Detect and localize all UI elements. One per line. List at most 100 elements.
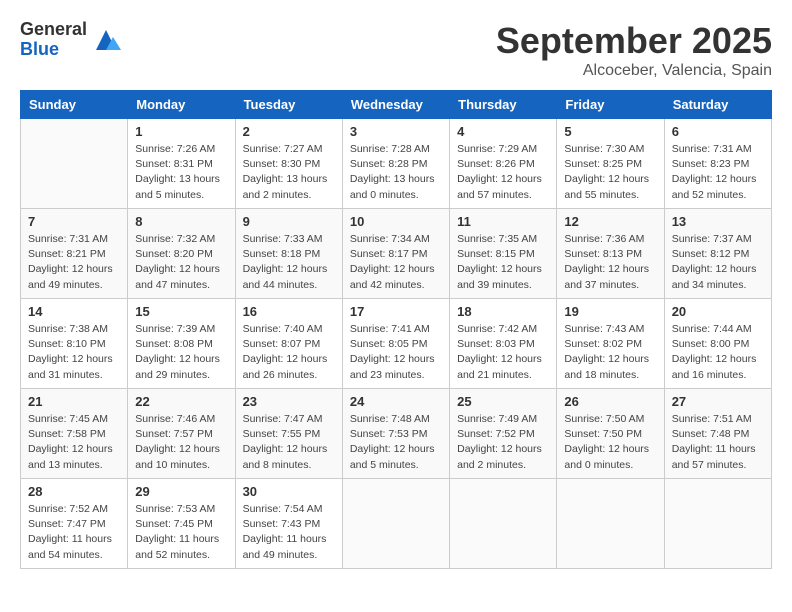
day-number: 16	[243, 304, 335, 319]
day-info: Sunrise: 7:52 AM Sunset: 7:47 PM Dayligh…	[28, 502, 120, 563]
logo-general-text: General	[20, 20, 87, 40]
day-number: 12	[564, 214, 656, 229]
calendar-cell: 24Sunrise: 7:48 AM Sunset: 7:53 PM Dayli…	[342, 389, 449, 479]
weekday-header-tuesday: Tuesday	[235, 91, 342, 119]
day-info: Sunrise: 7:46 AM Sunset: 7:57 PM Dayligh…	[135, 412, 227, 473]
weekday-header-saturday: Saturday	[664, 91, 771, 119]
month-title: September 2025	[496, 20, 772, 62]
calendar-cell: 2 Sunrise: 7:27 AM Sunset: 8:30 PM Daylig…	[235, 119, 342, 209]
day-info: Sunrise: 7:31 AM Sunset: 8:23 PM Dayligh…	[672, 142, 764, 203]
day-info: Sunrise: 7:30 AM Sunset: 8:25 PM Dayligh…	[564, 142, 656, 203]
day-info: Sunrise: 7:47 AM Sunset: 7:55 PM Dayligh…	[243, 412, 335, 473]
day-number: 11	[457, 214, 549, 229]
day-info: Sunrise: 7:31 AM Sunset: 8:21 PM Dayligh…	[28, 232, 120, 293]
day-number: 24	[350, 394, 442, 409]
day-info: Sunrise: 7:50 AM Sunset: 7:50 PM Dayligh…	[564, 412, 656, 473]
calendar-cell	[664, 479, 771, 569]
title-block: September 2025 Alcoceber, Valencia, Spai…	[496, 20, 772, 80]
calendar-cell	[21, 119, 128, 209]
calendar-cell: 25Sunrise: 7:49 AM Sunset: 7:52 PM Dayli…	[450, 389, 557, 479]
calendar-cell: 3Sunrise: 7:28 AM Sunset: 8:28 PM Daylig…	[342, 119, 449, 209]
day-number: 15	[135, 304, 227, 319]
day-number: 5	[564, 124, 656, 139]
calendar-cell: 7 Sunrise: 7:31 AM Sunset: 8:21 PM Daylig…	[21, 209, 128, 299]
calendar-cell: 15 Sunrise: 7:39 AM Sunset: 8:08 PM Dayli…	[128, 299, 235, 389]
calendar-cell: 23 Sunrise: 7:47 AM Sunset: 7:55 PM Dayli…	[235, 389, 342, 479]
calendar-week-row: 14Sunrise: 7:38 AM Sunset: 8:10 PM Dayli…	[21, 299, 772, 389]
calendar-cell: 6 Sunrise: 7:31 AM Sunset: 8:23 PM Daylig…	[664, 119, 771, 209]
calendar-week-row: 7 Sunrise: 7:31 AM Sunset: 8:21 PM Daylig…	[21, 209, 772, 299]
day-info: Sunrise: 7:35 AM Sunset: 8:15 PM Dayligh…	[457, 232, 549, 293]
day-info: Sunrise: 7:54 AM Sunset: 7:43 PM Dayligh…	[243, 502, 335, 563]
day-info: Sunrise: 7:26 AM Sunset: 8:31 PM Dayligh…	[135, 142, 227, 203]
day-info: Sunrise: 7:41 AM Sunset: 8:05 PM Dayligh…	[350, 322, 442, 383]
calendar-cell: 10Sunrise: 7:34 AM Sunset: 8:17 PM Dayli…	[342, 209, 449, 299]
calendar-week-row: 28Sunrise: 7:52 AM Sunset: 7:47 PM Dayli…	[21, 479, 772, 569]
calendar-table: SundayMondayTuesdayWednesdayThursdayFrid…	[20, 90, 772, 569]
day-number: 17	[350, 304, 442, 319]
day-info: Sunrise: 7:45 AM Sunset: 7:58 PM Dayligh…	[28, 412, 120, 473]
day-number: 19	[564, 304, 656, 319]
day-number: 26	[564, 394, 656, 409]
day-number: 23	[243, 394, 335, 409]
weekday-header-thursday: Thursday	[450, 91, 557, 119]
location: Alcoceber, Valencia, Spain	[496, 62, 772, 80]
calendar-cell: 12 Sunrise: 7:36 AM Sunset: 8:13 PM Dayli…	[557, 209, 664, 299]
day-number: 2	[243, 124, 335, 139]
day-info: Sunrise: 7:36 AM Sunset: 8:13 PM Dayligh…	[564, 232, 656, 293]
calendar-cell: 30 Sunrise: 7:54 AM Sunset: 7:43 PM Dayli…	[235, 479, 342, 569]
day-number: 6	[672, 124, 764, 139]
weekday-header-row: SundayMondayTuesdayWednesdayThursdayFrid…	[21, 91, 772, 119]
calendar-cell: 20Sunrise: 7:44 AM Sunset: 8:00 PM Dayli…	[664, 299, 771, 389]
calendar-cell: 5 Sunrise: 7:30 AM Sunset: 8:25 PM Daylig…	[557, 119, 664, 209]
day-number: 18	[457, 304, 549, 319]
day-info: Sunrise: 7:32 AM Sunset: 8:20 PM Dayligh…	[135, 232, 227, 293]
day-number: 22	[135, 394, 227, 409]
day-info: Sunrise: 7:40 AM Sunset: 8:07 PM Dayligh…	[243, 322, 335, 383]
day-number: 25	[457, 394, 549, 409]
calendar-cell: 16 Sunrise: 7:40 AM Sunset: 8:07 PM Dayli…	[235, 299, 342, 389]
day-number: 21	[28, 394, 120, 409]
day-number: 27	[672, 394, 764, 409]
page-header: General Blue September 2025 Alcoceber, V…	[20, 20, 772, 80]
day-info: Sunrise: 7:28 AM Sunset: 8:28 PM Dayligh…	[350, 142, 442, 203]
weekday-header-sunday: Sunday	[21, 91, 128, 119]
day-info: Sunrise: 7:39 AM Sunset: 8:08 PM Dayligh…	[135, 322, 227, 383]
day-info: Sunrise: 7:29 AM Sunset: 8:26 PM Dayligh…	[457, 142, 549, 203]
calendar-cell: 17 Sunrise: 7:41 AM Sunset: 8:05 PM Dayli…	[342, 299, 449, 389]
logo-blue-text: Blue	[20, 40, 87, 60]
calendar-cell	[342, 479, 449, 569]
calendar-cell: 4Sunrise: 7:29 AM Sunset: 8:26 PM Daylig…	[450, 119, 557, 209]
day-info: Sunrise: 7:38 AM Sunset: 8:10 PM Dayligh…	[28, 322, 120, 383]
day-number: 7	[28, 214, 120, 229]
day-info: Sunrise: 7:43 AM Sunset: 8:02 PM Dayligh…	[564, 322, 656, 383]
day-info: Sunrise: 7:33 AM Sunset: 8:18 PM Dayligh…	[243, 232, 335, 293]
weekday-header-wednesday: Wednesday	[342, 91, 449, 119]
calendar-cell: 28Sunrise: 7:52 AM Sunset: 7:47 PM Dayli…	[21, 479, 128, 569]
day-number: 29	[135, 484, 227, 499]
weekday-header-monday: Monday	[128, 91, 235, 119]
day-number: 20	[672, 304, 764, 319]
day-number: 10	[350, 214, 442, 229]
day-info: Sunrise: 7:51 AM Sunset: 7:48 PM Dayligh…	[672, 412, 764, 473]
calendar-week-row: 1Sunrise: 7:26 AM Sunset: 8:31 PM Daylig…	[21, 119, 772, 209]
calendar-cell: 26 Sunrise: 7:50 AM Sunset: 7:50 PM Dayli…	[557, 389, 664, 479]
calendar-cell: 19 Sunrise: 7:43 AM Sunset: 8:02 PM Dayli…	[557, 299, 664, 389]
day-number: 9	[243, 214, 335, 229]
calendar-cell: 29Sunrise: 7:53 AM Sunset: 7:45 PM Dayli…	[128, 479, 235, 569]
calendar-week-row: 21 Sunrise: 7:45 AM Sunset: 7:58 PM Dayli…	[21, 389, 772, 479]
calendar-cell: 8 Sunrise: 7:32 AM Sunset: 8:20 PM Daylig…	[128, 209, 235, 299]
calendar-cell: 9 Sunrise: 7:33 AM Sunset: 8:18 PM Daylig…	[235, 209, 342, 299]
day-info: Sunrise: 7:42 AM Sunset: 8:03 PM Dayligh…	[457, 322, 549, 383]
weekday-header-friday: Friday	[557, 91, 664, 119]
day-info: Sunrise: 7:37 AM Sunset: 8:12 PM Dayligh…	[672, 232, 764, 293]
day-number: 30	[243, 484, 335, 499]
calendar-cell: 22 Sunrise: 7:46 AM Sunset: 7:57 PM Dayli…	[128, 389, 235, 479]
day-info: Sunrise: 7:27 AM Sunset: 8:30 PM Dayligh…	[243, 142, 335, 203]
logo-icon	[91, 25, 121, 55]
calendar-cell: 1Sunrise: 7:26 AM Sunset: 8:31 PM Daylig…	[128, 119, 235, 209]
calendar-cell: 13 Sunrise: 7:37 AM Sunset: 8:12 PM Dayli…	[664, 209, 771, 299]
calendar-cell: 21 Sunrise: 7:45 AM Sunset: 7:58 PM Dayli…	[21, 389, 128, 479]
day-number: 13	[672, 214, 764, 229]
day-number: 8	[135, 214, 227, 229]
